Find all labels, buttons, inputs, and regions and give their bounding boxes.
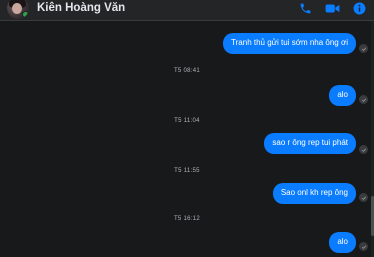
avatar-face: [12, 3, 22, 14]
messenger-chat-window: Kiên Hoàng Văn Tranh thủ gửi tui sớm nha…: [0, 0, 374, 257]
timestamp: T5 11:04: [174, 118, 200, 124]
avatar[interactable]: [7, 0, 29, 19]
outgoing-message-bubble[interactable]: sao r ông rep tui phát: [264, 133, 356, 154]
seen-indicator-icon: [359, 193, 368, 202]
chat-header: Kiên Hoàng Văn: [0, 0, 374, 21]
seen-indicator-icon: [359, 242, 368, 251]
online-status-dot: [22, 11, 29, 18]
timestamp: T5 08:41: [173, 68, 201, 74]
outgoing-message-bubble[interactable]: alo: [329, 85, 356, 106]
outgoing-message-bubble[interactable]: Sao onl kh rep ông: [272, 183, 356, 204]
timestamp: T5 11:55: [174, 168, 200, 174]
message-list: Tranh thủ gửi tui sớm nha ông ơi T5 08:4…: [0, 21, 374, 257]
seen-indicator-icon: [359, 44, 368, 53]
info-icon[interactable]: [351, 0, 367, 16]
seen-indicator-icon: [359, 95, 368, 104]
seen-indicator-icon: [359, 145, 368, 154]
outgoing-message-bubble[interactable]: Tranh thủ gửi tui sớm nha ông ơi: [223, 33, 356, 54]
video-camera-icon[interactable]: [324, 0, 340, 16]
phone-icon[interactable]: [297, 0, 313, 16]
outgoing-message-bubble[interactable]: alo: [329, 232, 356, 253]
contact-name[interactable]: Kiên Hoàng Văn: [37, 1, 125, 15]
timestamp: T5 16:12: [173, 216, 201, 222]
